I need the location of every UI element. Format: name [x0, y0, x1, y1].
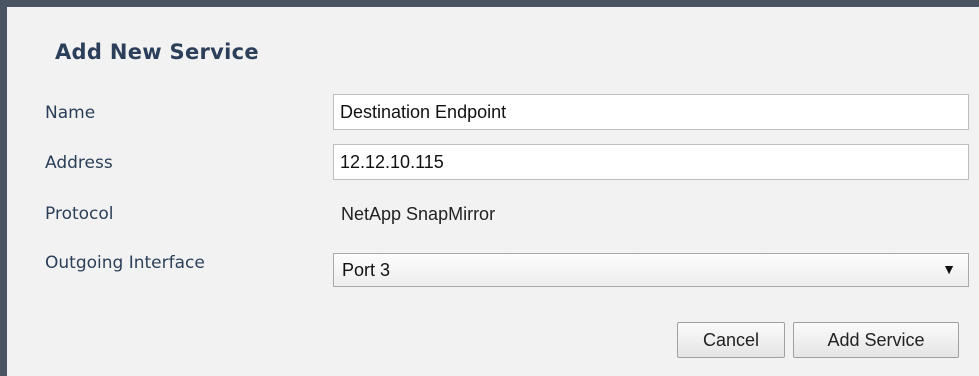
outgoing-interface-value: Port 3 [342, 260, 391, 280]
outgoing-interface-select[interactable]: Port 3 ▼ [333, 253, 969, 287]
protocol-label: Protocol [45, 204, 114, 224]
protocol-value: NetApp SnapMirror [341, 204, 496, 224]
dialog-title: Add New Service [55, 40, 259, 64]
add-service-button[interactable]: Add Service [793, 322, 959, 358]
add-service-dialog: Add New Service Name Address Protocol Ne… [7, 7, 979, 376]
outgoing-interface-label: Outgoing Interface [45, 253, 205, 273]
cancel-button[interactable]: Cancel [677, 322, 785, 358]
window-frame-top [0, 0, 979, 7]
name-label: Name [45, 103, 96, 123]
address-input[interactable] [333, 144, 969, 180]
address-label: Address [45, 153, 113, 173]
dropdown-arrow-icon: ▼ [942, 261, 956, 277]
window-frame-left [0, 0, 7, 376]
name-input[interactable] [333, 94, 969, 130]
